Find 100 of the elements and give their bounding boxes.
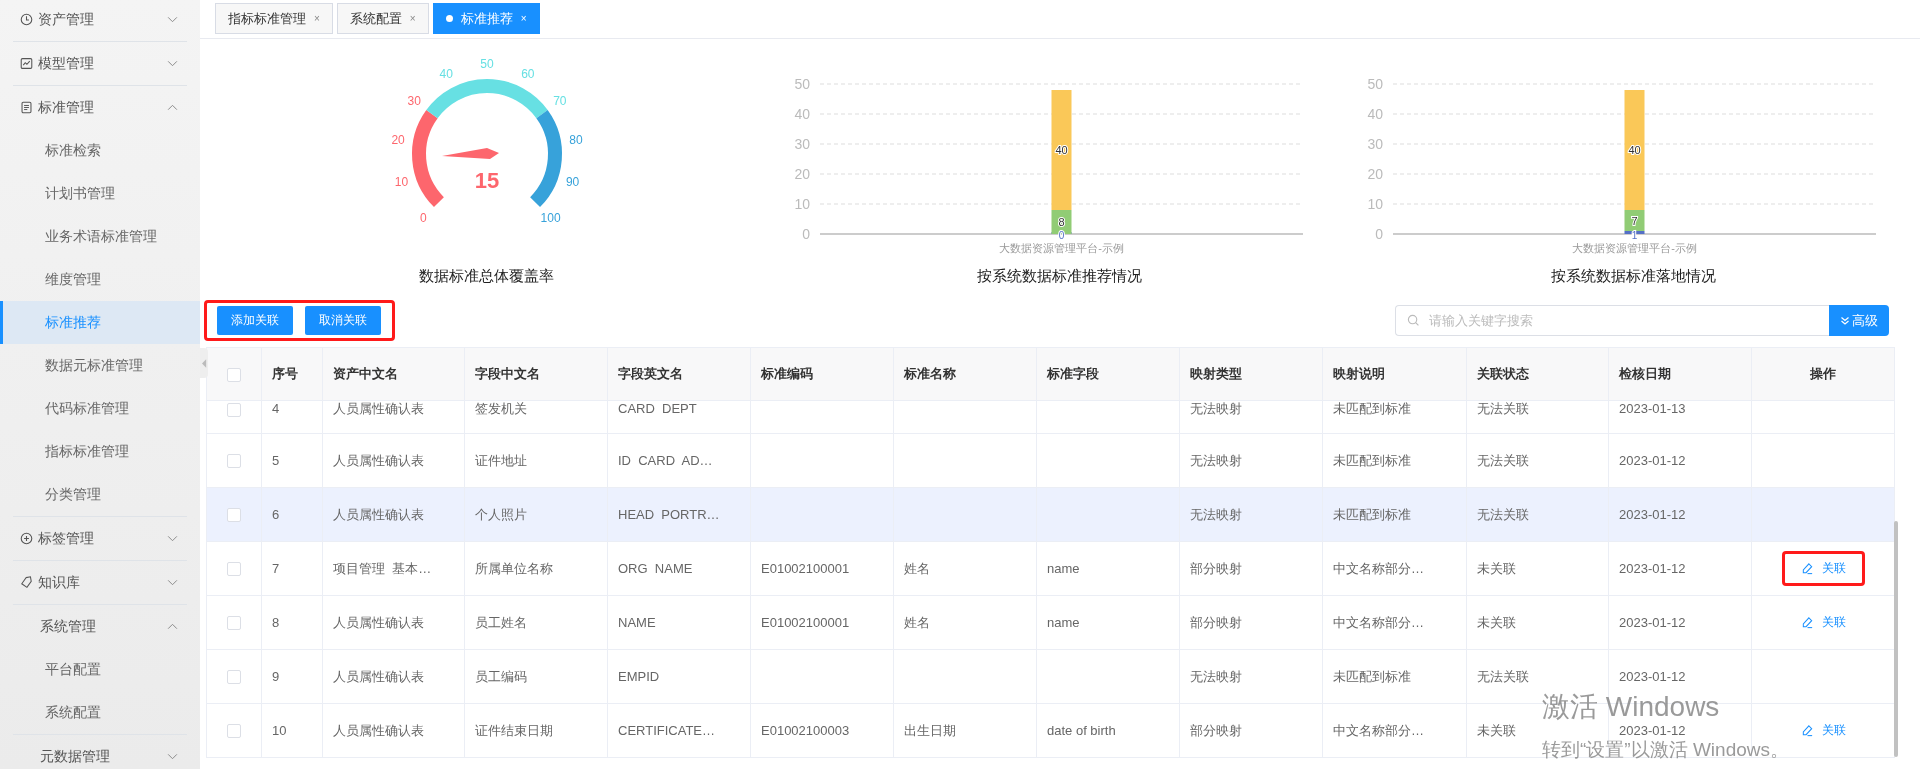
column-header: 关联状态: [1477, 366, 1529, 381]
gauge-tick-label: 30: [407, 94, 421, 109]
data-label: 8: [1057, 216, 1065, 228]
table-cell: 2023-01-12: [1619, 723, 1686, 738]
category-label: 大数据资源管理平台-示例: [998, 242, 1124, 254]
table-cell: 4: [272, 401, 280, 416]
table-cell: 姓名: [904, 560, 930, 576]
table-cell: 人员属性确认表: [333, 722, 424, 738]
gauge-tick-label: 40: [438, 66, 453, 81]
table-cell: ID CARD AD…: [618, 453, 713, 468]
activation-notice-title: 激活 Windows: [1542, 693, 1721, 721]
table-cell: 未匹配到标准: [1333, 668, 1411, 684]
table-cell: 10: [272, 723, 287, 738]
data-label: 1: [1631, 230, 1638, 241]
table-cell: 2023-01-12: [1619, 507, 1686, 522]
table-cell: 8: [272, 615, 280, 630]
table-cell: 无法映射: [1190, 506, 1242, 522]
gauge-value: 15: [474, 168, 499, 193]
axis-tick-label: 50: [1367, 76, 1383, 92]
table-cell: 未匹配到标准: [1333, 506, 1411, 522]
table-cell: ORG NAME: [618, 561, 693, 576]
gauge-tick-label: 0: [419, 210, 427, 225]
table-cell: CARD DEPT: [618, 401, 697, 416]
table-cell: 证件地址: [475, 452, 527, 468]
table-cell: 无法映射: [1190, 401, 1242, 416]
table-cell: 未关联: [1477, 560, 1516, 576]
table-cell: 人员属性确认表: [333, 614, 424, 630]
table-cell: 2023-01-12: [1619, 561, 1686, 576]
table-cell: E01002100001: [761, 615, 850, 630]
table-cell: 证件结束日期: [475, 722, 553, 738]
gauge-tick-label: 100: [540, 210, 561, 225]
column-header: 操作: [1810, 366, 1836, 381]
axis-tick-label: 0: [1375, 226, 1383, 242]
category-label: 大数据资源管理平台-示例: [1572, 242, 1697, 254]
table-cell: 无法关联: [1477, 452, 1529, 468]
table-cell: 无法关联: [1477, 401, 1529, 416]
table-cell: E01002100003: [761, 723, 850, 738]
table-cell: 部分映射: [1190, 560, 1242, 576]
table-cell: 所属单位名称: [475, 560, 553, 576]
table-cell: 中文名称部分…: [1333, 614, 1424, 630]
table-cell: 员工姓名: [475, 614, 527, 630]
table-cell: 签发机关: [475, 401, 527, 416]
table-cell: 9: [272, 669, 280, 684]
table-cell: HEAD PORTR…: [618, 507, 720, 522]
table-cell: 部分映射: [1190, 614, 1242, 630]
column-header: 资产中文名: [333, 366, 398, 381]
data-label: 7: [1631, 214, 1638, 227]
table-cell: name: [1047, 561, 1080, 576]
axis-tick-label: 10: [1367, 196, 1383, 212]
table-cell: 2023-01-12: [1619, 669, 1686, 684]
column-header: 映射说明: [1333, 366, 1385, 381]
chart-title: 按系统数据标准落地情况: [1550, 266, 1716, 286]
column-header: 检核日期: [1619, 366, 1671, 381]
table-cell: 2023-01-12: [1619, 453, 1686, 468]
table-cell: 出生日期: [904, 722, 956, 738]
gauge-tick-label: 80: [568, 132, 583, 147]
axis-tick-label: 20: [1367, 166, 1383, 182]
table-cell: EMPID: [618, 669, 660, 684]
chart-title: 按系统数据标准推荐情况: [977, 266, 1142, 286]
data-label: 40: [1054, 144, 1068, 156]
axis-tick-label: 40: [793, 106, 810, 122]
column-header: 标准字段: [1047, 366, 1099, 381]
column-header: 字段英文名: [618, 366, 683, 381]
table-cell: name: [1047, 615, 1080, 630]
table-cell: 无法关联: [1477, 668, 1529, 684]
table-cell: 人员属性确认表: [333, 401, 424, 416]
table-cell: 人员属性确认表: [333, 668, 424, 684]
table-cell: 未关联: [1477, 722, 1516, 738]
gauge-tick-label: 50: [479, 57, 494, 71]
table-cell: 人员属性确认表: [333, 452, 424, 468]
chart-title: 数据标准总体覆盖率: [419, 266, 554, 286]
table-cell: 未匹配到标准: [1333, 452, 1411, 468]
column-header: 标准编码: [761, 366, 813, 381]
table-cell: 无法映射: [1190, 452, 1242, 468]
gauge-tick-label: 70: [552, 94, 566, 109]
table-cell: 员工编码: [475, 668, 527, 684]
column-header: 字段中文名: [475, 366, 540, 381]
gauge-tick-label: 10: [394, 174, 408, 189]
axis-tick-label: 10: [793, 196, 810, 212]
table-cell: 2023-01-13: [1619, 401, 1686, 416]
column-header: 映射类型: [1190, 366, 1242, 381]
column-header: 标准名称: [904, 366, 956, 381]
table-cell: E01002100001: [761, 561, 850, 576]
table-cell: CERTIFICATE…: [618, 723, 716, 738]
table-cell: 项目管理 基本…: [333, 560, 432, 576]
axis-tick-label: 0: [801, 226, 810, 242]
gauge-tick-label: 90: [565, 174, 579, 189]
table-cell: 个人照片: [475, 506, 527, 522]
table-cell: 7: [272, 561, 280, 576]
table-cell: 6: [272, 507, 280, 522]
table-cell: 中文名称部分…: [1333, 560, 1424, 576]
table-cell: 未匹配到标准: [1333, 401, 1411, 416]
table-cell: 部分映射: [1190, 722, 1242, 738]
axis-tick-label: 20: [793, 166, 810, 182]
axis-tick-label: 50: [793, 76, 810, 92]
axis-tick-label: 40: [1367, 106, 1383, 122]
table-cell: 5: [272, 453, 280, 468]
gauge-tick-label: 20: [390, 132, 405, 147]
table-cell: 2023-01-12: [1619, 615, 1686, 630]
data-label: 40: [1628, 144, 1641, 156]
